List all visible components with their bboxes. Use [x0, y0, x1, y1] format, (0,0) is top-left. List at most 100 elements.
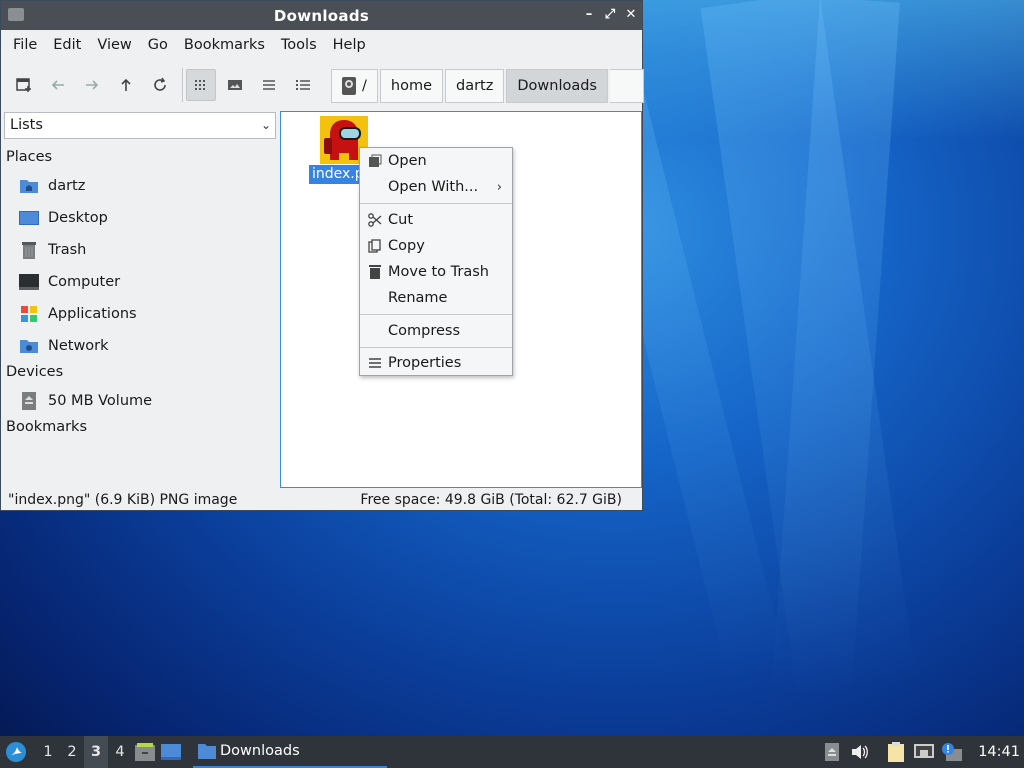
icon-view-button[interactable]: [186, 69, 216, 101]
network-tray[interactable]: [910, 736, 938, 768]
clock[interactable]: 14:41: [966, 744, 1024, 760]
computer-icon: [18, 273, 40, 291]
task-downloads[interactable]: Downloads: [193, 736, 387, 768]
reload-icon: [154, 77, 166, 91]
notification-icon: [942, 743, 963, 761]
taskbar: 1 2 3 4 Downloads 14:41: [0, 736, 1024, 768]
removable-drive-tray[interactable]: [818, 736, 846, 768]
speaker-icon: [852, 745, 869, 759]
menu-go[interactable]: Go: [140, 30, 176, 60]
detailed-view-button[interactable]: [288, 69, 318, 101]
menu-item-label: Cut: [388, 212, 413, 228]
sidebar-item-label: 50 MB Volume: [48, 393, 153, 409]
maximize-button[interactable]: ⤢: [602, 7, 618, 23]
image-icon: [228, 80, 242, 90]
desktop-icon: [161, 744, 181, 760]
desktop-icon: [18, 209, 40, 227]
menu-item-label: Open: [388, 153, 427, 169]
path-root[interactable]: /: [331, 69, 378, 103]
trash-icon: [18, 241, 40, 259]
menu-item-label: Properties: [388, 355, 462, 371]
menu-item-cut[interactable]: Cut: [360, 208, 512, 232]
menu-item-move-to-trash[interactable]: Move to Trash: [360, 260, 512, 284]
menu-help[interactable]: Help: [325, 30, 374, 60]
sidebar-mode-select[interactable]: Lists ⌄: [4, 112, 276, 139]
menu-item-properties[interactable]: Properties: [360, 351, 512, 375]
menu-item-label: Rename: [388, 290, 448, 306]
drive-icon: [18, 392, 40, 410]
sidebar-item-applications[interactable]: Applications: [18, 302, 137, 326]
menu-item-label: Copy: [388, 238, 425, 254]
new-tab-button[interactable]: [9, 69, 39, 101]
clipboard-tray[interactable]: [882, 736, 910, 768]
thumbnail-view-button[interactable]: [220, 69, 250, 101]
sidebar-item-label: dartz: [48, 178, 86, 194]
clipboard-icon: [888, 742, 905, 762]
menu-item-compress[interactable]: Compress: [360, 319, 512, 343]
back-button[interactable]: [43, 69, 73, 101]
sidebar-item-network[interactable]: Network: [18, 334, 109, 358]
menu-item-label: Compress: [388, 323, 460, 339]
update-notification-tray[interactable]: [938, 736, 966, 768]
workspace-2[interactable]: 2: [60, 736, 84, 768]
statusbar: "index.png" (6.9 KiB) PNG image Free spa…: [1, 489, 642, 511]
sidebar-item-trash[interactable]: Trash: [18, 238, 86, 262]
workspace-4[interactable]: 4: [108, 736, 132, 768]
volume-tray[interactable]: [846, 736, 874, 768]
path-dartz[interactable]: dartz: [445, 69, 505, 103]
path-downloads[interactable]: Downloads: [506, 69, 608, 103]
menu-view[interactable]: View: [89, 30, 139, 60]
applications-icon: [18, 305, 40, 323]
scissors-icon: [367, 213, 383, 227]
menu-tools[interactable]: Tools: [273, 30, 325, 60]
arrow-right-icon: [86, 80, 99, 90]
sidebar-item-computer[interactable]: Computer: [18, 270, 120, 294]
sidebar-item-volume[interactable]: 50 MB Volume: [18, 389, 152, 413]
menu-item-rename[interactable]: Rename: [360, 286, 512, 310]
menu-item-copy[interactable]: Copy: [360, 234, 512, 258]
menu-bookmarks[interactable]: Bookmarks: [176, 30, 273, 60]
close-button[interactable]: ✕: [623, 7, 639, 23]
arrow-left-icon: [51, 80, 64, 90]
network-icon: [18, 337, 40, 355]
grid-icon: [195, 80, 205, 90]
menu-file[interactable]: File: [5, 30, 45, 60]
sidebar-item-dartz[interactable]: dartz: [18, 174, 85, 198]
show-desktop-button[interactable]: [158, 736, 184, 768]
minimize-button[interactable]: –: [581, 7, 597, 23]
path-bar-spacer: [610, 69, 644, 103]
reload-button[interactable]: [145, 69, 175, 101]
new-tab-icon: [16, 78, 31, 92]
context-menu: Open Open With... › Cut Copy Move to Tra…: [359, 147, 513, 376]
start-menu-button[interactable]: [0, 736, 32, 768]
file-manager-launcher[interactable]: [132, 736, 158, 768]
status-selection: "index.png" (6.9 KiB) PNG image: [8, 492, 238, 508]
sidebar-item-label: Desktop: [48, 210, 108, 226]
menu-item-open-with[interactable]: Open With... ›: [360, 175, 512, 199]
workspace-3[interactable]: 3: [84, 736, 108, 768]
path-root-label: /: [362, 78, 367, 94]
up-button[interactable]: [111, 69, 141, 101]
compact-view-button[interactable]: [254, 69, 284, 101]
sidebar-item-label: Trash: [48, 242, 87, 258]
network-wired-icon: [914, 744, 935, 758]
workspace-1[interactable]: 1: [36, 736, 60, 768]
chevron-down-icon: ⌄: [260, 118, 271, 132]
menu-item-label: Move to Trash: [388, 264, 489, 280]
file-label[interactable]: index.p: [309, 165, 367, 184]
drive-eject-icon: [825, 743, 840, 761]
places-heading: Places: [6, 149, 53, 165]
menu-item-open[interactable]: Open: [360, 149, 512, 173]
forward-button[interactable]: [77, 69, 107, 101]
menu-edit[interactable]: Edit: [45, 30, 89, 60]
menu-item-label: Open With...: [388, 179, 479, 195]
sidebar: Places dartz Desktop Trash Computer Appl…: [4, 142, 276, 487]
path-home[interactable]: home: [379, 69, 443, 103]
detailed-list-icon: [296, 80, 310, 90]
drive-icon: [342, 77, 356, 95]
titlebar[interactable]: Downloads – ⤢ ✕: [1, 1, 642, 30]
path-bar: / home dartz Downloads: [331, 69, 646, 103]
status-free-space: Free space: 49.8 GiB (Total: 62.7 GiB): [360, 492, 622, 508]
sidebar-item-desktop[interactable]: Desktop: [18, 206, 108, 230]
devices-heading: Devices: [6, 364, 64, 380]
